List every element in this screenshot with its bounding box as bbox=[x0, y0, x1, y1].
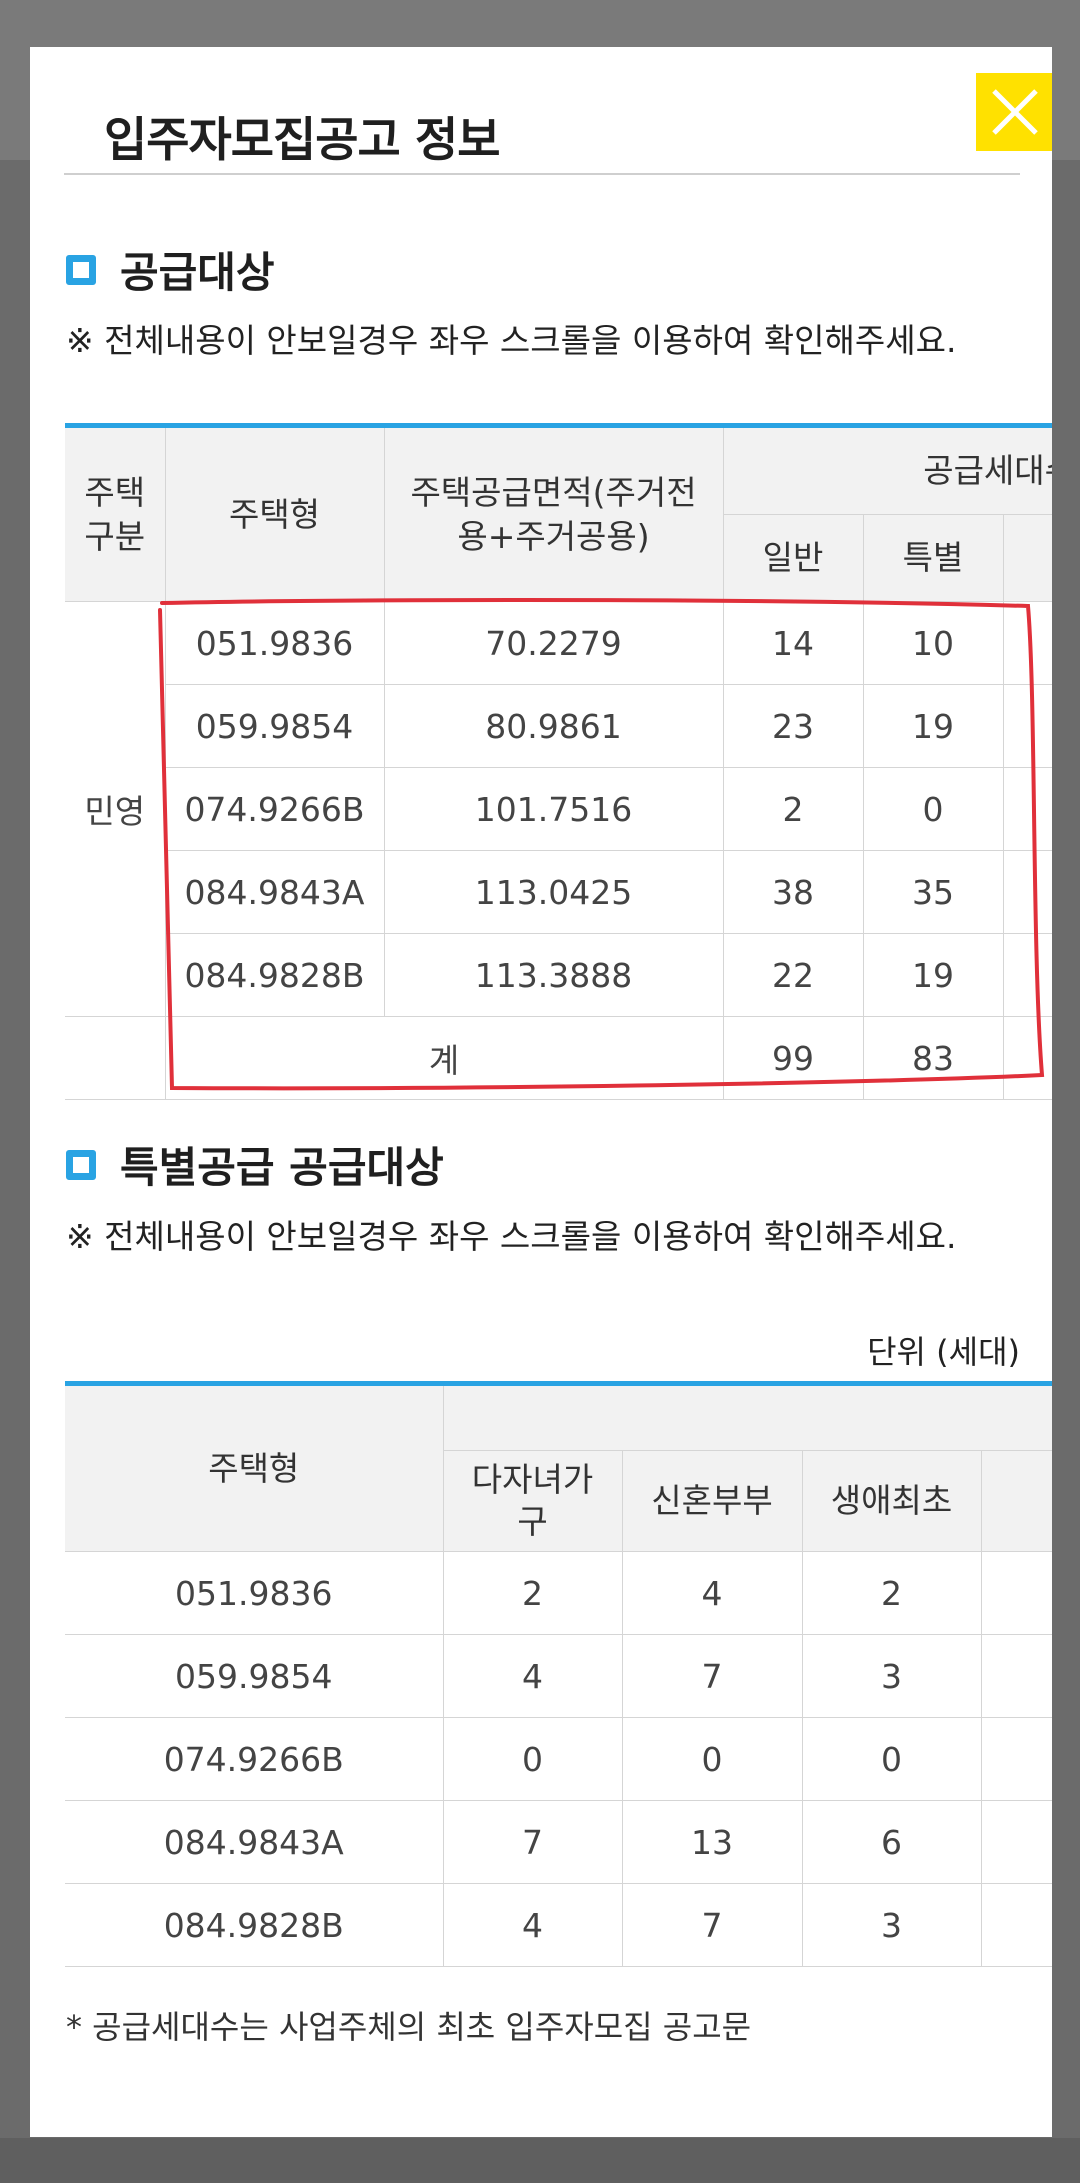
cell-special: 19 bbox=[862, 684, 1004, 768]
cell-general: 38 bbox=[722, 850, 864, 934]
cell-extra bbox=[1002, 767, 1052, 851]
cell-type: 051.9836 bbox=[65, 1551, 444, 1635]
header-general: 일반 bbox=[722, 514, 864, 602]
table-row: 민영 051.9836 70.2279 14 10 bbox=[65, 601, 1052, 1017]
total-label: 계 bbox=[164, 1016, 724, 1100]
cell-extra bbox=[1002, 933, 1052, 1017]
cell-extra bbox=[980, 1634, 1052, 1718]
cell-type: 084.9828B bbox=[164, 933, 385, 1017]
total-row: 계 99 83 bbox=[65, 1016, 1052, 1100]
modal-title: 입주자모집공고 정보 bbox=[104, 113, 501, 168]
special-supply-table[interactable]: 주택형 다자녀가구 신혼부부 생애최초 051.9836 2 4 2 059.9… bbox=[65, 1381, 1052, 1967]
header-extra bbox=[980, 1450, 1052, 1552]
background-footer bbox=[0, 2138, 1080, 2183]
cell-special: 10 bbox=[862, 601, 1004, 685]
total-special: 83 bbox=[862, 1016, 1004, 1100]
header-multi-child: 다자녀가구 bbox=[442, 1450, 623, 1552]
cell-general: 2 bbox=[722, 767, 864, 851]
table-row: 084.9843A 7 13 6 bbox=[65, 1800, 1052, 1884]
cell-extra bbox=[1002, 601, 1052, 685]
header-first-life: 생애최초 bbox=[801, 1450, 982, 1552]
cell-extra bbox=[980, 1883, 1052, 1967]
cell-first-life: 0 bbox=[801, 1717, 982, 1801]
cell-type: 084.9843A bbox=[65, 1800, 444, 1884]
cell-multi-child: 4 bbox=[442, 1883, 623, 1967]
header-house-type: 주택형 bbox=[164, 425, 385, 602]
cell-area: 70.2279 bbox=[383, 601, 724, 685]
header-house-category: 주택구분 bbox=[65, 425, 166, 602]
total-general: 99 bbox=[722, 1016, 864, 1100]
header-newlywed: 신혼부부 bbox=[621, 1450, 803, 1552]
close-button[interactable] bbox=[976, 73, 1052, 151]
cell-general: 14 bbox=[722, 601, 864, 685]
table-row: 084.9828B 113.3888 22 19 bbox=[65, 933, 1052, 1017]
cell-type: 084.9843A bbox=[164, 850, 385, 934]
table-row: 084.9828B 4 7 3 bbox=[65, 1883, 1052, 1967]
cell-extra bbox=[980, 1800, 1052, 1884]
table-row: 059.9854 4 7 3 bbox=[65, 1634, 1052, 1718]
cell-extra bbox=[1002, 850, 1052, 934]
section-title-text: 특별공급 공급대상 bbox=[120, 1143, 444, 1192]
cell-area: 113.0425 bbox=[383, 850, 724, 934]
square-bullet-icon bbox=[66, 1149, 96, 1180]
header-extra bbox=[1002, 514, 1052, 602]
square-bullet-icon bbox=[66, 254, 96, 285]
info-modal: 입주자모집공고 정보 공급대상 ※ 전체내용이 안보일경우 좌우 스크롤을 이용… bbox=[30, 47, 1052, 2137]
cell-first-life: 2 bbox=[801, 1551, 982, 1635]
cell-first-life: 6 bbox=[801, 1800, 982, 1884]
modal-header: 입주자모집공고 정보 bbox=[64, 47, 1052, 175]
cell-general: 23 bbox=[722, 684, 864, 768]
cell-multi-child: 4 bbox=[442, 1634, 623, 1718]
cell-area: 80.9861 bbox=[383, 684, 724, 768]
cell-type: 059.9854 bbox=[164, 684, 385, 768]
cell-multi-child: 2 bbox=[442, 1551, 623, 1635]
header-special: 특별 bbox=[862, 514, 1004, 602]
section-title-special-supply: 특별공급 공급대상 bbox=[66, 1134, 444, 1195]
cell-extra bbox=[1002, 684, 1052, 768]
scroll-notice: ※ 전체내용이 안보일경우 좌우 스크롤을 이용하여 확인해주세요. bbox=[66, 1217, 957, 1256]
supply-table[interactable]: 주택구분 주택형 주택공급면적(주거전용+주거공용) 공급세대수 일반 특별 민… bbox=[65, 423, 1052, 1100]
footnote: * 공급세대수는 사업주체의 최초 입주자모집 공고문 bbox=[66, 2008, 752, 2046]
cell-newlywed: 4 bbox=[621, 1551, 803, 1635]
cell-special: 35 bbox=[862, 850, 1004, 934]
cell-multi-child: 7 bbox=[442, 1800, 623, 1884]
cell-special: 0 bbox=[862, 767, 1004, 851]
header-households: 공급세대수 bbox=[722, 425, 1052, 515]
cell-first-life: 3 bbox=[801, 1883, 982, 1967]
cell-type: 084.9828B bbox=[65, 1883, 444, 1967]
table-row: 059.9854 80.9861 23 19 bbox=[65, 684, 1052, 768]
cell-extra bbox=[1002, 1016, 1052, 1100]
cell-special: 19 bbox=[862, 933, 1004, 1017]
cell-newlywed: 0 bbox=[621, 1717, 803, 1801]
cell-type: 074.9266B bbox=[65, 1717, 444, 1801]
cell-first-life: 3 bbox=[801, 1634, 982, 1718]
section-title-text: 공급대상 bbox=[120, 248, 275, 297]
table-row: 051.9836 2 4 2 bbox=[65, 1551, 1052, 1635]
cell-extra bbox=[980, 1551, 1052, 1635]
unit-label: 단위 (세대) bbox=[867, 1333, 1020, 1371]
cell-area: 113.3888 bbox=[383, 933, 724, 1017]
section-title-supply: 공급대상 bbox=[66, 239, 275, 300]
scroll-notice: ※ 전체내용이 안보일경우 좌우 스크롤을 이용하여 확인해주세요. bbox=[66, 321, 957, 360]
cell-type: 059.9854 bbox=[65, 1634, 444, 1718]
cell-newlywed: 13 bbox=[621, 1800, 803, 1884]
cell-general: 22 bbox=[722, 933, 864, 1017]
table-row: 074.9266B 101.7516 2 0 bbox=[65, 767, 1052, 851]
cell-multi-child: 0 bbox=[442, 1717, 623, 1801]
cell-type: 051.9836 bbox=[164, 601, 385, 685]
table-row: 074.9266B 0 0 0 bbox=[65, 1717, 1052, 1801]
category-cell: 민영 bbox=[65, 601, 166, 1017]
header-area: 주택공급면적(주거전용+주거공용) bbox=[383, 425, 724, 602]
cell-type: 074.9266B bbox=[164, 767, 385, 851]
cell-extra bbox=[980, 1717, 1052, 1801]
header-house-type: 주택형 bbox=[65, 1383, 444, 1552]
close-icon bbox=[992, 89, 1038, 135]
cell-area: 101.7516 bbox=[383, 767, 724, 851]
total-spacer bbox=[65, 1016, 166, 1100]
table-row: 084.9843A 113.0425 38 35 bbox=[65, 850, 1052, 934]
cell-newlywed: 7 bbox=[621, 1634, 803, 1718]
header-group bbox=[442, 1383, 1052, 1451]
cell-newlywed: 7 bbox=[621, 1883, 803, 1967]
